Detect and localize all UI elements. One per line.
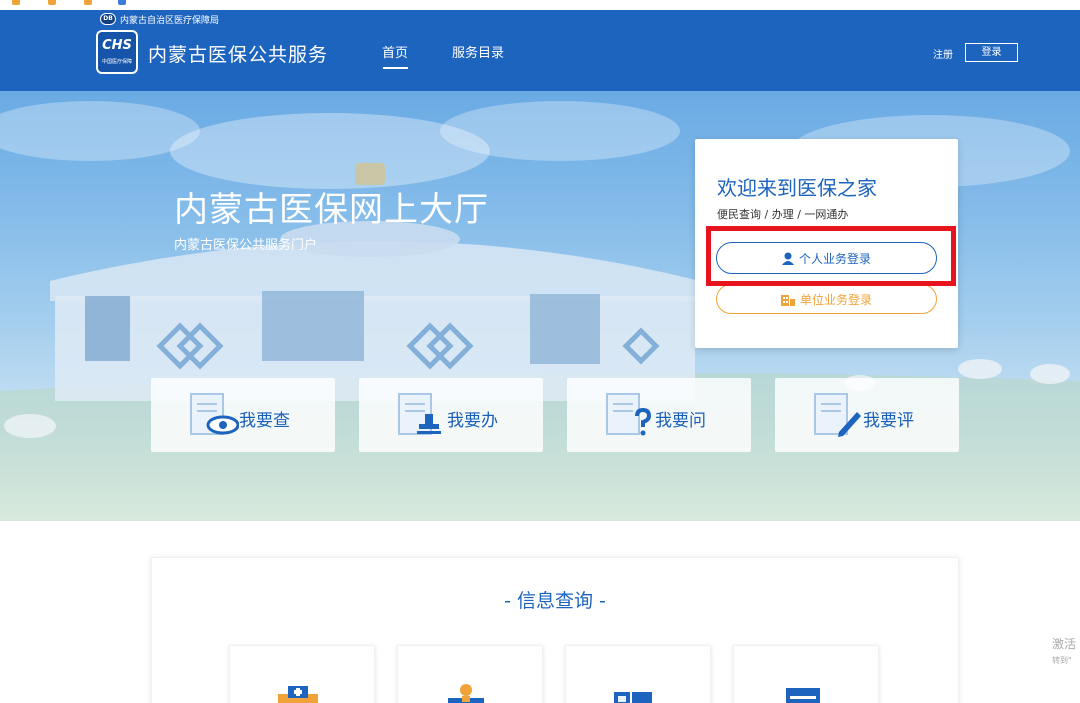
- bureau-logo-icon: DB: [100, 13, 116, 25]
- welcome-title: 欢迎来到医保之家: [717, 176, 877, 200]
- person-card-icon: [448, 684, 484, 703]
- activation-watermark-sub: 转到": [1052, 656, 1072, 665]
- document-question-icon: [606, 393, 652, 436]
- service-label: 我要问: [655, 411, 706, 431]
- info-section-title: - 信息查询 -: [504, 590, 606, 612]
- browser-tab-strip: [0, 0, 1080, 10]
- service-tile-handle[interactable]: 我要办: [359, 378, 543, 452]
- logo-caption: 中国医疗保障: [101, 59, 132, 65]
- info-query-section: - 信息查询 -: [151, 557, 959, 703]
- hero-title: 内蒙古医保网上大厅: [174, 190, 489, 230]
- id-card-icon: [614, 692, 652, 703]
- building-icon: [780, 294, 795, 306]
- site-title[interactable]: 内蒙古医保公共服务: [148, 40, 328, 67]
- info-card-id[interactable]: [565, 645, 711, 703]
- company-login-button[interactable]: 单位业务登录: [716, 284, 937, 314]
- chs-logo-icon[interactable]: CHS 中国医疗保障: [96, 30, 138, 74]
- document-eye-icon: [190, 393, 239, 435]
- service-tile-ask[interactable]: 我要问: [567, 378, 751, 452]
- service-tile-rate[interactable]: 我要评: [775, 378, 959, 452]
- annotation-highlight-box: [706, 226, 956, 286]
- logo-mark: CHS: [102, 38, 132, 53]
- info-card-person[interactable]: [397, 645, 543, 703]
- service-tile-query[interactable]: 我要查: [151, 378, 335, 452]
- document-pen-icon: [814, 393, 861, 437]
- medical-kit-icon: [278, 686, 318, 703]
- document-stamp-icon: [398, 393, 441, 435]
- register-link[interactable]: 注册: [933, 46, 953, 61]
- service-label: 我要办: [447, 411, 498, 431]
- bureau-label-text: 内蒙古自治区医疗保障局: [120, 15, 220, 26]
- hero-subtitle: 内蒙古医保公共服务门户: [174, 238, 318, 253]
- nav-home[interactable]: 首页: [382, 42, 408, 61]
- info-card-medical[interactable]: [229, 645, 375, 703]
- clipboard-icon: [786, 688, 820, 703]
- welcome-subtitle: 便民查询 / 办理 / 一网通办: [717, 208, 849, 221]
- login-button[interactable]: 登录: [965, 43, 1018, 62]
- service-label: 我要查: [239, 411, 290, 431]
- bureau-label[interactable]: DB 内蒙古自治区医疗保障局: [100, 12, 219, 26]
- site-header: DB 内蒙古自治区医疗保障局 CHS 中国医疗保障 内蒙古医保公共服务 首页 服…: [0, 10, 1080, 91]
- company-login-label: 单位业务登录: [799, 292, 872, 307]
- nav-active-underline: [383, 67, 408, 69]
- info-card-clipboard[interactable]: [733, 645, 879, 703]
- activation-watermark: 激活: [1052, 637, 1077, 651]
- nav-service-catalog[interactable]: 服务目录: [452, 42, 504, 61]
- service-label: 我要评: [863, 411, 914, 431]
- page: DB 内蒙古自治区医疗保障局 CHS 中国医疗保障 内蒙古医保公共服务 首页 服…: [0, 0, 1080, 703]
